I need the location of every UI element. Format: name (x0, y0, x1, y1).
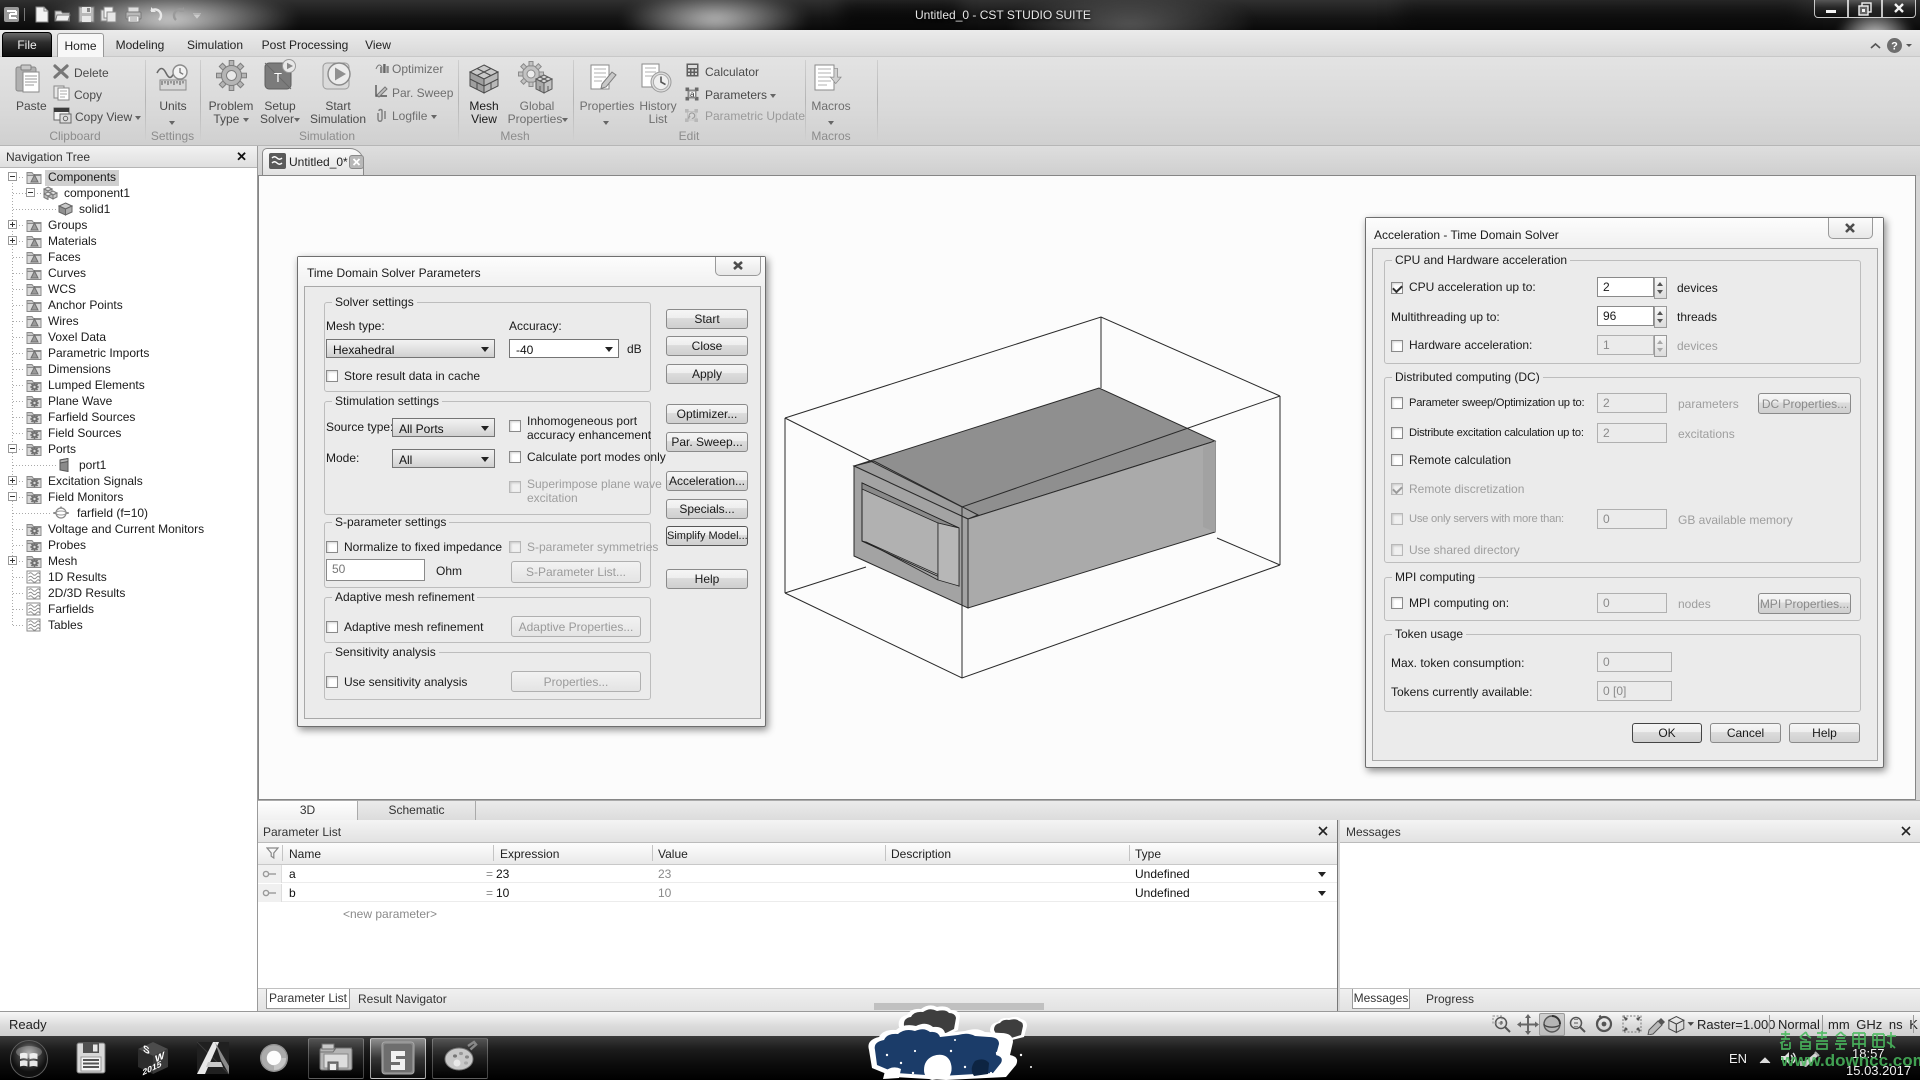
svg-text:T: T (274, 70, 282, 85)
svg-text:?: ? (1891, 41, 1898, 53)
svg-text:a: a (690, 90, 695, 99)
